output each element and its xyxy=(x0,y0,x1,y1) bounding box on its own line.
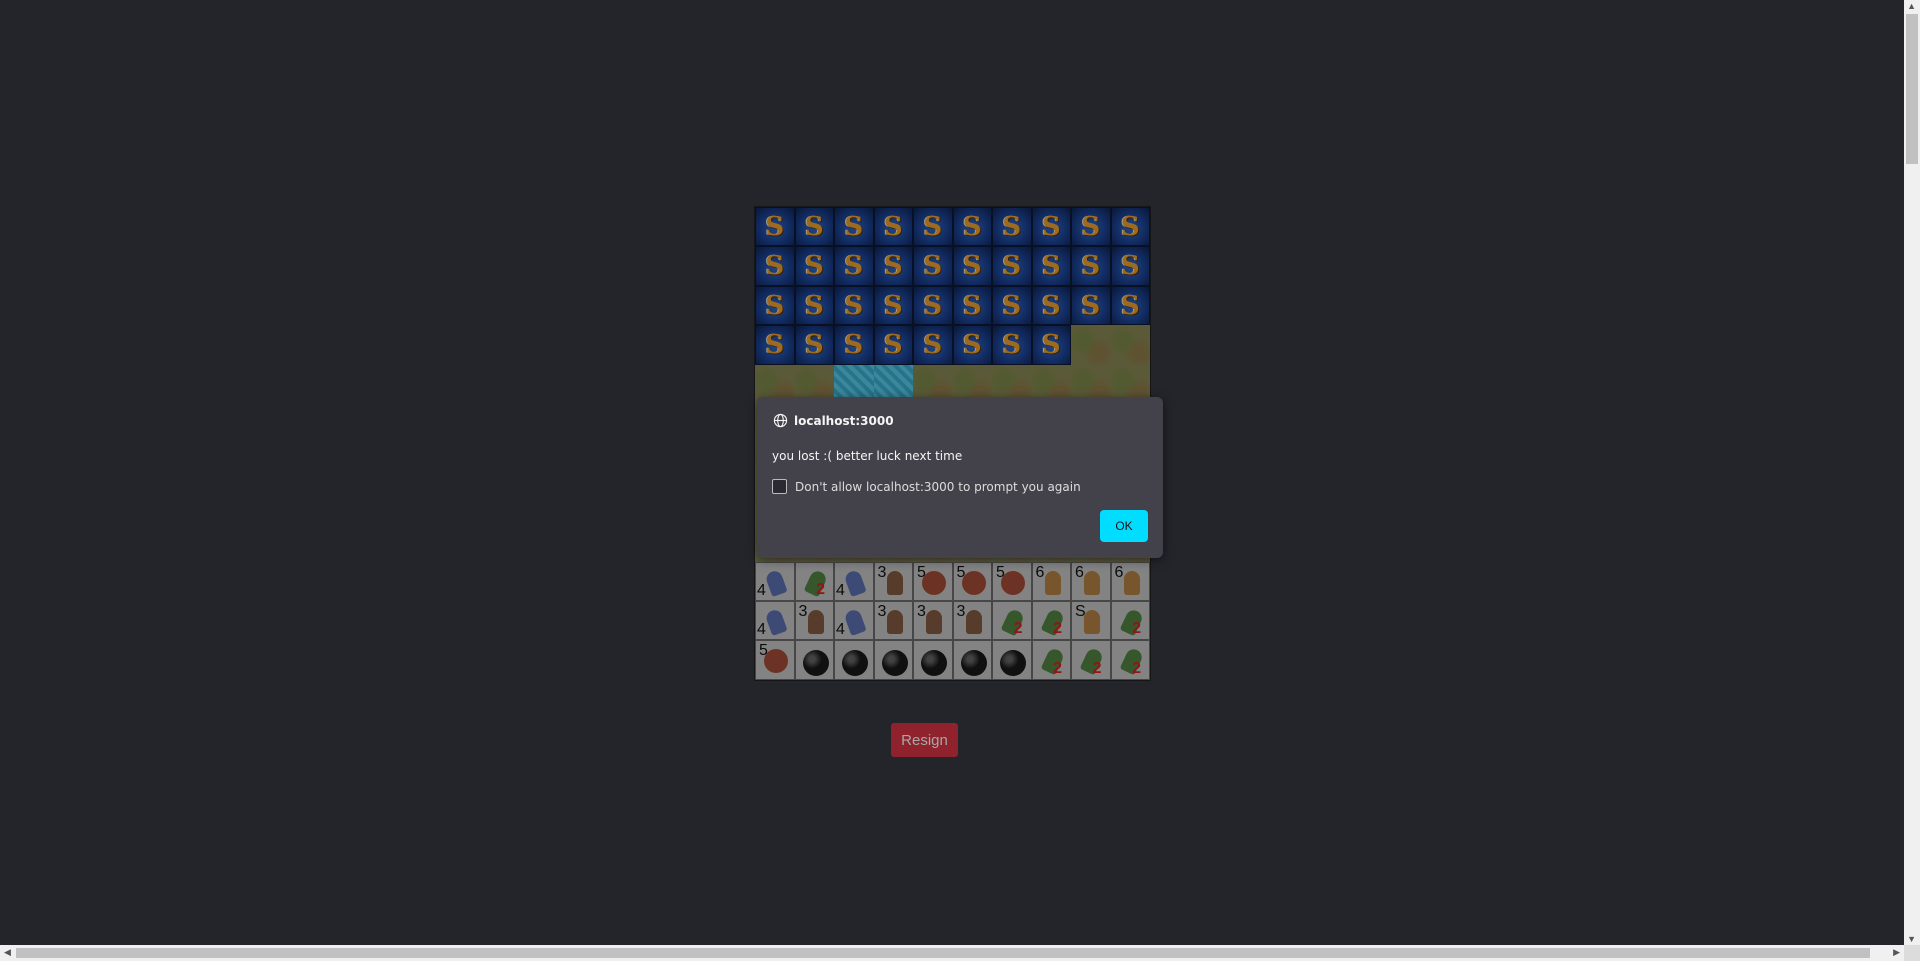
horizontal-scrollbar[interactable]: ◀ ▶ xyxy=(0,945,1904,961)
horizontal-scroll-thumb[interactable] xyxy=(16,948,1870,958)
page: SSSSSSSSSSSSSSSSSSSSSSSSSSSSSSSSSSSSSS42… xyxy=(0,0,1920,961)
ok-button[interactable]: OK xyxy=(1100,510,1148,542)
alert-dialog: localhost:3000 you lost :( better luck n… xyxy=(757,397,1163,558)
suppress-prompts-label: Don't allow localhost:3000 to prompt you… xyxy=(795,479,1081,494)
vertical-scroll-thumb[interactable] xyxy=(1906,14,1918,164)
globe-icon xyxy=(773,413,788,428)
suppress-prompts-option[interactable]: Don't allow localhost:3000 to prompt you… xyxy=(772,479,1081,494)
scroll-down-icon[interactable]: ▼ xyxy=(1907,934,1916,944)
scrollbar-corner xyxy=(1904,945,1920,961)
scroll-left-icon[interactable]: ◀ xyxy=(4,947,11,958)
dialog-origin: localhost:3000 xyxy=(794,413,894,428)
suppress-prompts-checkbox[interactable] xyxy=(772,479,787,494)
scroll-up-icon[interactable]: ▲ xyxy=(1907,1,1916,11)
scroll-right-icon[interactable]: ▶ xyxy=(1893,947,1900,958)
dialog-header: localhost:3000 xyxy=(773,413,894,428)
vertical-scrollbar[interactable]: ▲ ▼ xyxy=(1904,0,1920,945)
dialog-message: you lost :( better luck next time xyxy=(772,449,963,463)
